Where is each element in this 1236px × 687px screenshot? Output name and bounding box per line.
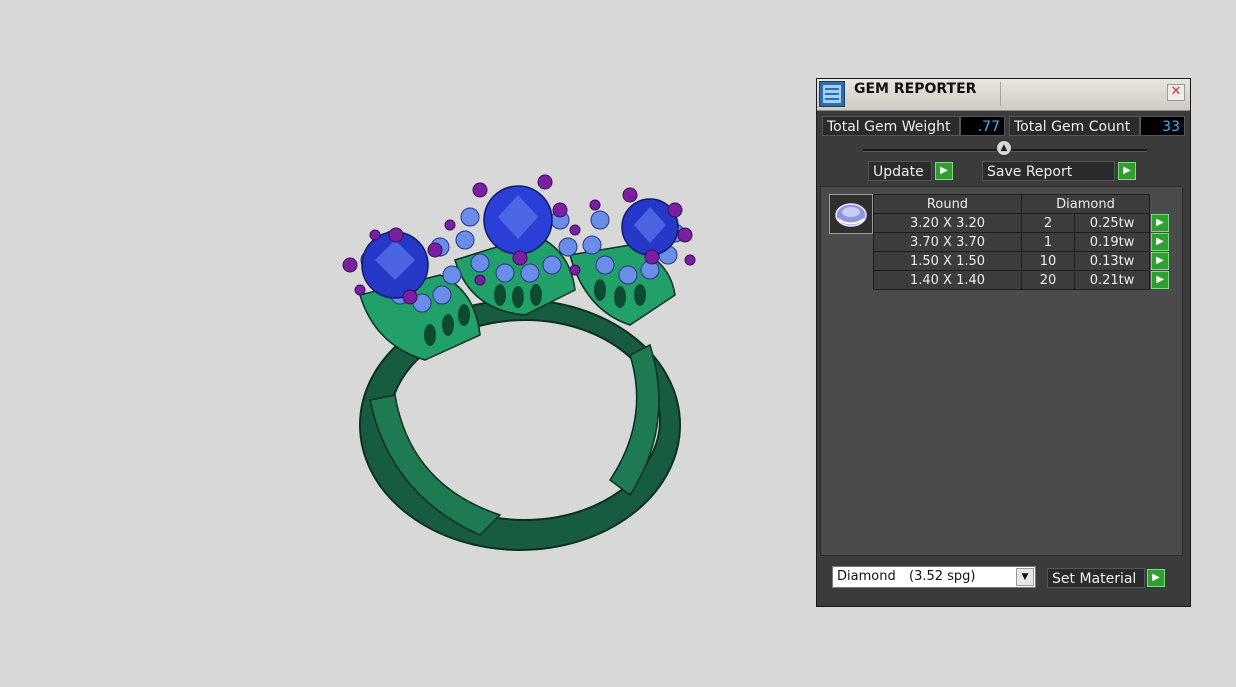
dropdown-arrow-icon[interactable]: ▼	[1016, 568, 1034, 586]
total-gem-count-value: 33	[1140, 116, 1185, 136]
cell-count: 10	[1020, 251, 1076, 271]
close-icon[interactable]: ✕	[1167, 84, 1185, 101]
table-header-row: Round Diamond	[873, 194, 1170, 214]
cell-weight: 0.25tw	[1074, 213, 1150, 233]
total-gem-count-label: Total Gem Count	[1009, 116, 1140, 136]
app-icon	[819, 81, 845, 107]
cell-count: 1	[1020, 232, 1076, 252]
material-spg: (3.52 spg)	[909, 569, 976, 584]
update-button[interactable]: Update	[868, 161, 932, 181]
header-gem-type: Diamond	[1021, 194, 1150, 214]
slider-knob-icon[interactable]: ▲	[996, 140, 1012, 156]
row-play-icon[interactable]: ▶	[1151, 233, 1169, 251]
row-play-icon[interactable]: ▶	[1151, 214, 1169, 232]
total-gem-weight-value: .77	[960, 116, 1005, 136]
panel-title: GEM REPORTER	[854, 81, 977, 97]
material-dropdown[interactable]: Diamond (3.52 spg) ▼	[832, 566, 1036, 588]
set-material-play-icon[interactable]: ▶	[1147, 569, 1165, 587]
cell-size: 1.50 X 1.50	[873, 251, 1022, 271]
header-shape: Round	[873, 194, 1022, 214]
cell-weight: 0.19tw	[1074, 232, 1150, 252]
panel-titlebar[interactable]: GEM REPORTER ✕	[817, 79, 1190, 111]
save-report-button[interactable]: Save Report	[982, 161, 1115, 181]
row-play-icon[interactable]: ▶	[1151, 252, 1169, 270]
table-row: 3.20 X 3.20 2 0.25tw ▶	[873, 213, 1170, 233]
cell-size: 1.40 X 1.40	[873, 270, 1022, 290]
gem-report-area: Round Diamond 3.20 X 3.20 2 0.25tw ▶ 3.7…	[820, 186, 1183, 556]
cell-count: 2	[1020, 213, 1076, 233]
ring-3d-model[interactable]	[330, 165, 730, 565]
update-play-icon[interactable]: ▶	[935, 162, 953, 180]
cell-size: 3.70 X 3.70	[873, 232, 1022, 252]
titlebar-divider	[1000, 82, 1001, 106]
gem-thumbnail[interactable]	[829, 194, 873, 234]
set-material-button[interactable]: Set Material	[1047, 568, 1145, 588]
cell-weight: 0.21tw	[1074, 270, 1150, 290]
save-report-play-icon[interactable]: ▶	[1118, 162, 1136, 180]
cell-count: 20	[1020, 270, 1076, 290]
row-play-icon[interactable]: ▶	[1151, 271, 1170, 289]
gem-reporter-panel: GEM REPORTER ✕ Total Gem Weight .77 Tota…	[816, 78, 1191, 607]
total-gem-weight-label: Total Gem Weight	[822, 116, 960, 136]
material-name: Diamond	[837, 569, 896, 584]
cell-size: 3.20 X 3.20	[873, 213, 1022, 233]
cell-weight: 0.13tw	[1074, 251, 1150, 271]
table-row: 1.50 X 1.50 10 0.13tw ▶	[873, 251, 1170, 271]
table-row: 1.40 X 1.40 20 0.21tw ▶	[873, 270, 1170, 290]
gem-table: Round Diamond 3.20 X 3.20 2 0.25tw ▶ 3.7…	[873, 194, 1170, 290]
table-row: 3.70 X 3.70 1 0.19tw ▶	[873, 232, 1170, 252]
